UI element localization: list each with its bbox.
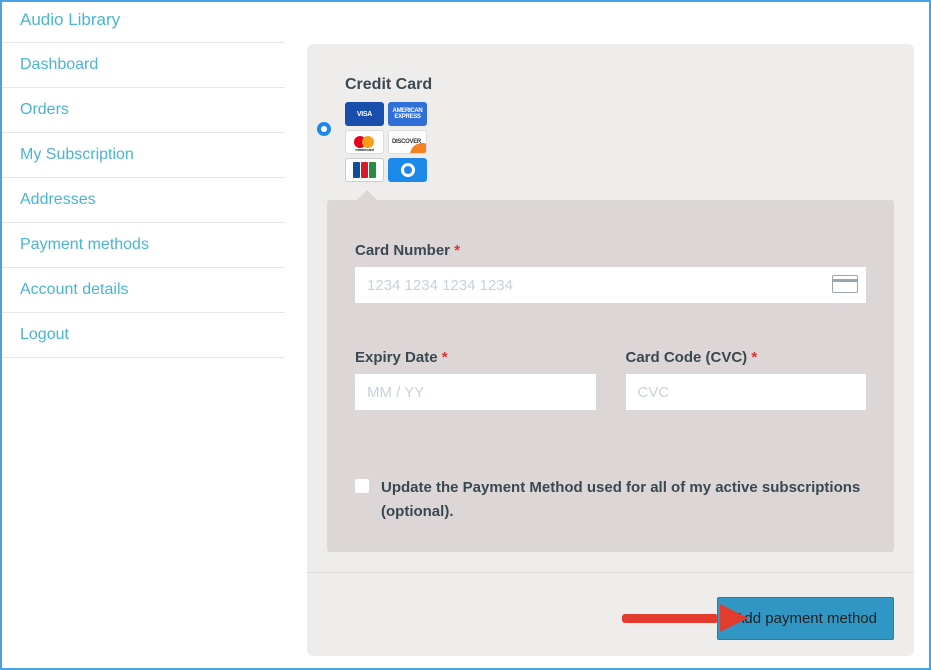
amex-icon: AMERICAN EXPRESS — [388, 102, 427, 126]
payment-panel: Credit Card VISA AMERICAN EXPRESS master… — [307, 44, 914, 656]
card-logos: VISA AMERICAN EXPRESS mastercard DISCOVE… — [345, 102, 432, 182]
sidebar-title[interactable]: Audio Library — [2, 10, 285, 43]
sidebar-item-orders[interactable]: Orders — [2, 88, 285, 133]
diners-icon — [388, 158, 427, 182]
visa-icon: VISA — [345, 102, 384, 126]
radio-dot-icon — [321, 126, 327, 132]
jcb-icon — [345, 158, 384, 182]
form-footer: Add payment method — [307, 572, 914, 656]
card-form: Card Number * Expiry Date * Card Code (C… — [327, 200, 894, 552]
cvc-input[interactable] — [626, 374, 867, 410]
sidebar-item-addresses[interactable]: Addresses — [2, 178, 285, 223]
discover-icon: DISCOVER — [388, 130, 427, 154]
cvc-label: Card Code (CVC) * — [626, 349, 867, 366]
sidebar-item-account-details[interactable]: Account details — [2, 268, 285, 313]
mastercard-icon: mastercard — [345, 130, 384, 154]
required-mark: * — [454, 242, 460, 259]
card-number-label: Card Number * — [355, 242, 866, 259]
required-mark: * — [751, 349, 757, 366]
sidebar-item-dashboard[interactable]: Dashboard — [2, 43, 285, 88]
card-number-input[interactable] — [355, 267, 866, 303]
radio-credit-card[interactable] — [317, 122, 331, 136]
sidebar-item-logout[interactable]: Logout — [2, 313, 285, 358]
annotation-arrow-icon — [622, 605, 748, 629]
update-subscriptions-checkbox[interactable] — [355, 479, 369, 493]
expiry-input[interactable] — [355, 374, 596, 410]
payment-method-option[interactable]: Credit Card VISA AMERICAN EXPRESS master… — [307, 76, 914, 182]
main-content: Credit Card VISA AMERICAN EXPRESS master… — [285, 2, 929, 668]
method-title: Credit Card — [345, 76, 432, 94]
sidebar: Audio Library Dashboard Orders My Subscr… — [2, 2, 285, 668]
sidebar-item-payment-methods[interactable]: Payment methods — [2, 223, 285, 268]
expiry-label: Expiry Date * — [355, 349, 596, 366]
sidebar-item-subscription[interactable]: My Subscription — [2, 133, 285, 178]
update-subscriptions-label: Update the Payment Method used for all o… — [381, 476, 866, 524]
card-outline-icon — [832, 275, 858, 293]
required-mark: * — [442, 349, 448, 366]
